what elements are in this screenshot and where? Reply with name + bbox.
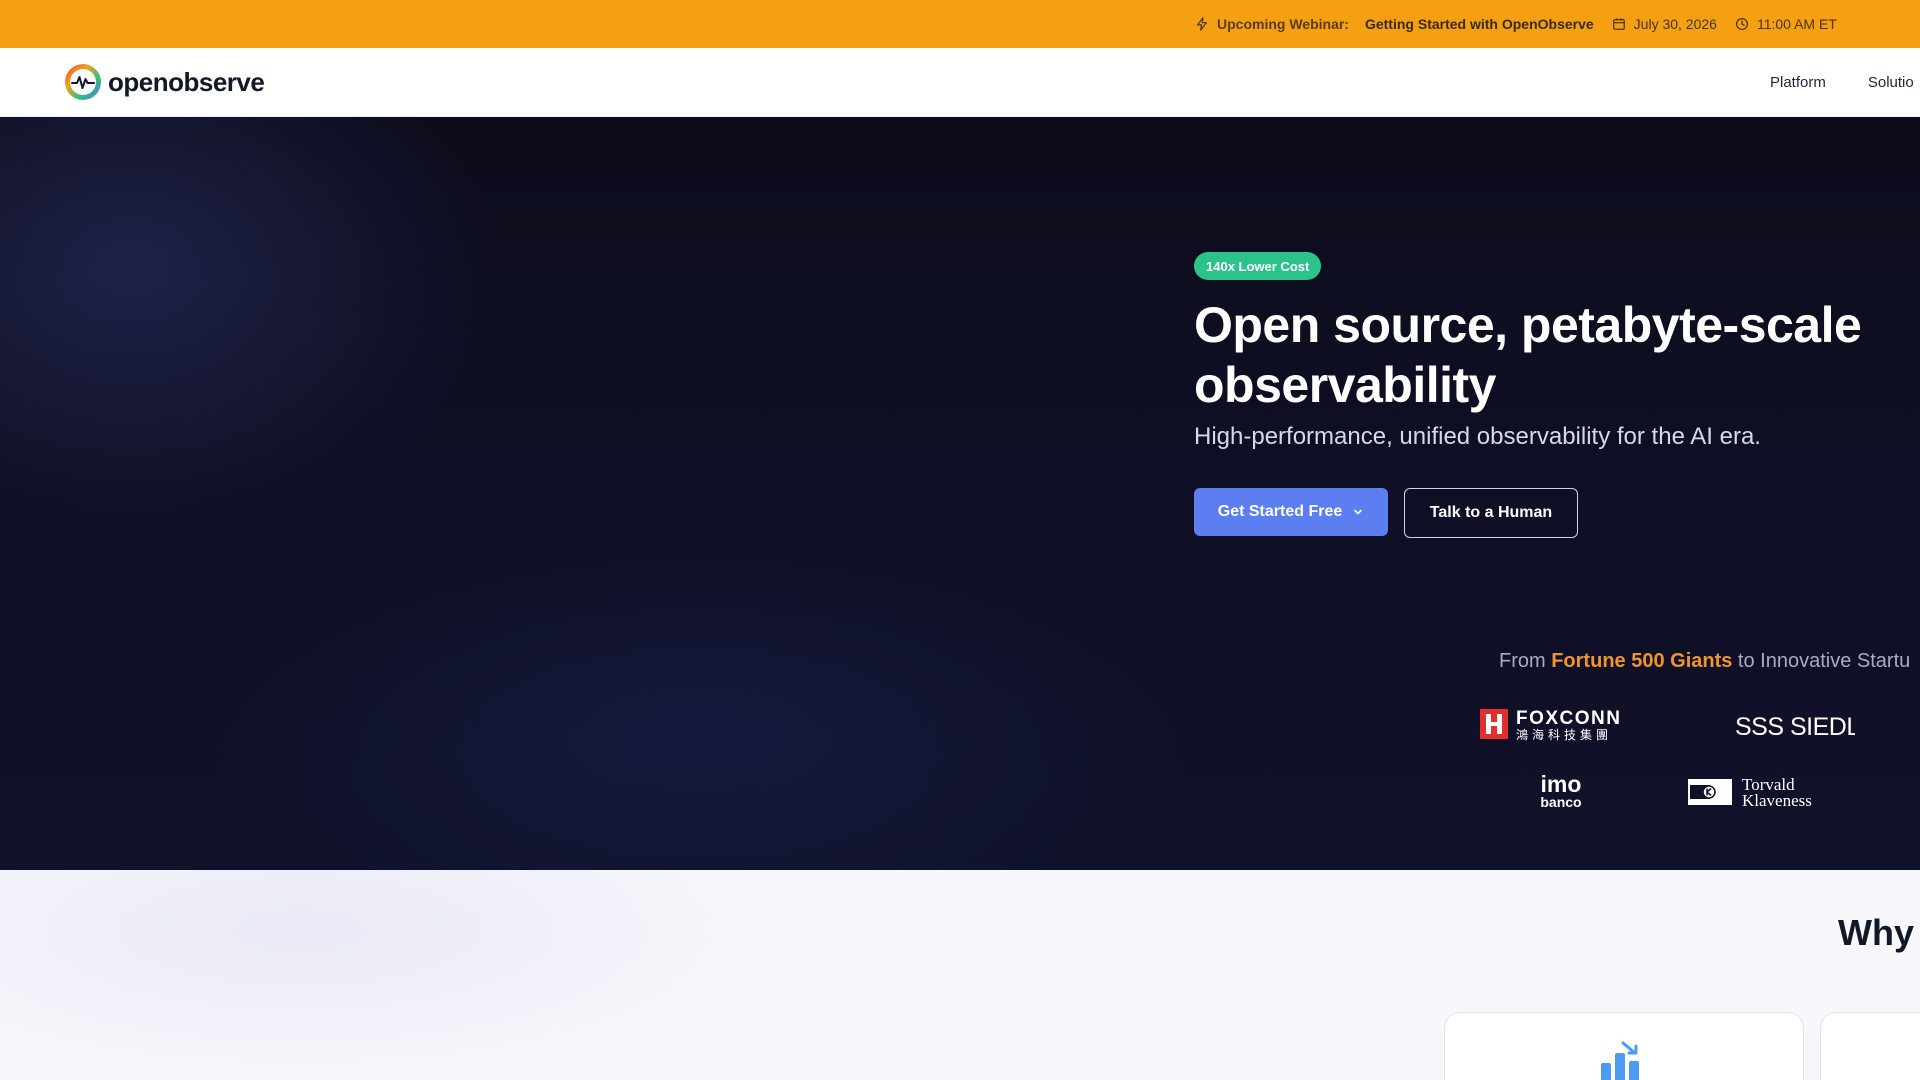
torvald-logo-icon: Torvald Klaveness [1688,775,1812,809]
clock-icon [1735,17,1749,31]
foxconn-logo-icon: FOXCONN 鴻海科技集團 [1480,708,1622,741]
announcement-bar[interactable]: Upcoming Webinar: Getting Started with O… [0,0,1920,48]
announcement-content[interactable]: Upcoming Webinar: Getting Started with O… [1195,0,1855,48]
navbar: openobserve Platform Solutio [0,48,1920,117]
brand-logo-icon [65,64,101,100]
siedle-text: SSS SIEDLE [1735,713,1855,741]
feature-card[interactable] [1820,1012,1920,1080]
trust-suffix: to Innovative Startu [1732,650,1911,672]
announcement-time: 11:00 AM ET [1735,16,1837,32]
talk-to-human-button[interactable]: Talk to a Human [1404,488,1578,538]
banco-text: banco [1540,794,1581,810]
announcement-title[interactable]: Getting Started with OpenObserve [1365,16,1594,32]
nav-link-platform[interactable]: Platform [1770,74,1826,91]
calendar-icon [1612,17,1626,31]
hero-title: Open source, petabyte-scale observabilit… [1194,295,1914,415]
why-section: Why [0,870,1920,1080]
siedle-logo-icon: SSS SIEDLE [1735,713,1855,741]
hero-subtitle: High-performance, unified observability … [1194,423,1761,450]
brand-name: openobserve [108,66,265,97]
hero-title-line-1: Open source, petabyte-scale [1194,297,1862,353]
logo-siedle: SSS SIEDLE [1735,711,1855,741]
announcement-date: July 30, 2026 [1612,16,1717,32]
trust-statement: From Fortune 500 Giants to Innovative St… [1499,650,1910,673]
logo-foxconn: FOXCONN 鴻海科技集團 [1480,707,1644,741]
chevron-down-icon [1352,506,1364,518]
nav-links: Platform Solutio [1770,48,1920,117]
foxconn-name: FOXCONN [1516,708,1622,729]
get-started-label: Get Started Free [1217,503,1343,520]
brand-logo[interactable]: openobserve [63,62,265,102]
trust-highlight: Fortune 500 Giants [1551,650,1733,672]
bolt-icon [1195,17,1209,31]
cost-badge: 140x Lower Cost [1194,252,1322,280]
hero-section: 140x Lower Cost Open source, petabyte-sc… [0,117,1920,870]
chart-icon [1601,1041,1639,1080]
announcement-date-text: July 30, 2026 [1633,16,1717,32]
get-started-button[interactable]: Get Started Free [1194,488,1388,536]
foxconn-subtitle: 鴻海科技集團 [1516,727,1612,741]
hero-title-line-2: observability [1194,357,1496,413]
trust-prefix: From [1499,650,1552,672]
announcement-lead: Upcoming Webinar: [1217,16,1349,32]
feature-card[interactable] [1444,1012,1804,1080]
imo-logo-icon: imo banco [1540,772,1581,810]
nav-link-solutions[interactable]: Solutio [1868,74,1914,91]
logo-torvald-klaveness: Torvald Klaveness [1688,773,1828,809]
torvald-line-2: Klaveness [1742,791,1812,809]
announcement-time-text: 11:00 AM ET [1756,16,1837,32]
logo-imo-banco: imo banco [1533,772,1589,810]
why-title: Why [1838,912,1914,953]
